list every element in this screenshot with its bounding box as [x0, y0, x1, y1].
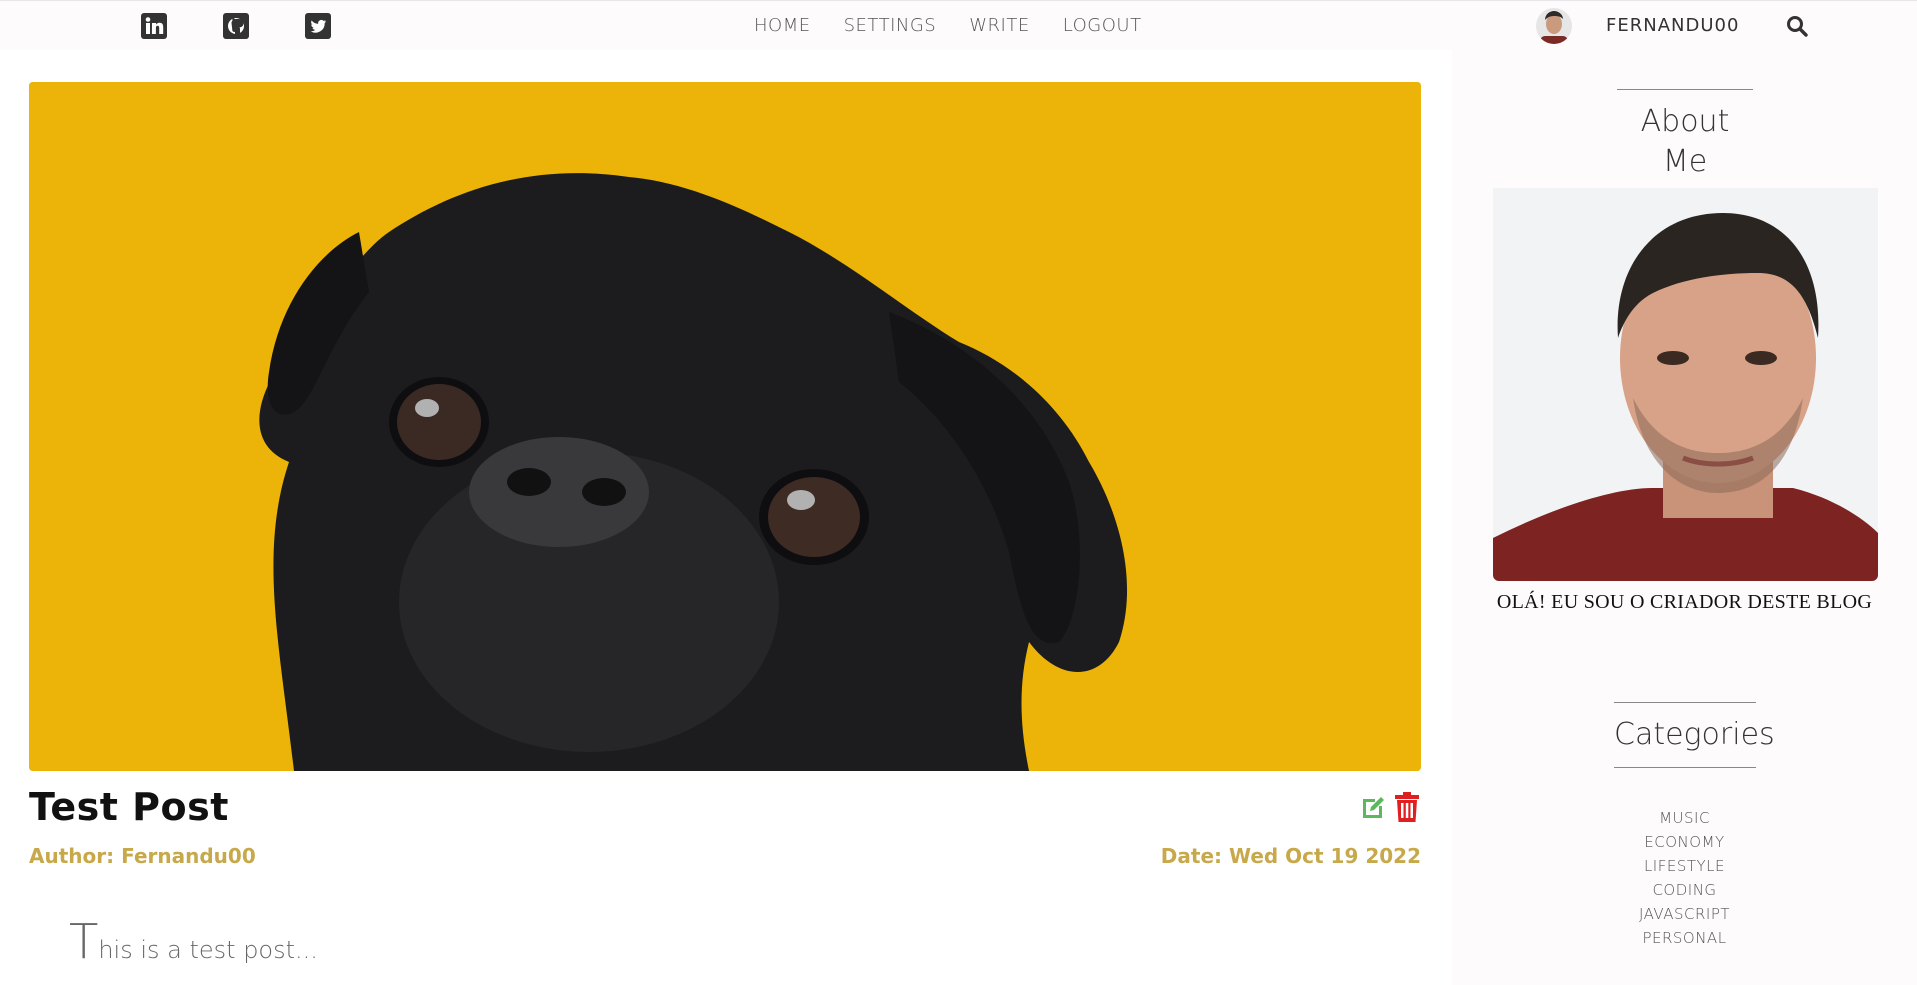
post-date: Date: Wed Oct 19 2022: [1161, 844, 1421, 868]
github-icon[interactable]: [223, 13, 249, 39]
nav-logout-link[interactable]: LOGOUT: [1063, 15, 1142, 36]
post-title-row: Test Post: [29, 785, 1421, 835]
category-item-javascript[interactable]: JAVASCRIPT: [1452, 902, 1917, 926]
top-bar: HOME SETTINGS WRITE LOGOUT FERNANDU00: [0, 0, 1917, 50]
about-me-title: About Me: [1617, 89, 1753, 195]
edit-icon[interactable]: [1360, 793, 1388, 821]
category-item-personal[interactable]: PERSONAL: [1452, 926, 1917, 950]
author-label: Author:: [29, 844, 122, 868]
post-title: Test Post: [29, 785, 229, 829]
search-icon[interactable]: [1786, 15, 1808, 37]
linkedin-icon[interactable]: [141, 13, 167, 39]
nav-write-link[interactable]: WRITE: [969, 15, 1029, 36]
nav-home-link[interactable]: HOME: [754, 15, 811, 36]
single-post: Test Post Author: Fernandu00 Date: Wed O…: [29, 82, 1421, 966]
post-body: This is a test post...: [69, 918, 318, 966]
post-cover-image: [29, 82, 1421, 771]
sidebar: About Me OLÁ! EU SOU O CRIADOR DESTE BLO…: [1452, 50, 1917, 985]
user-avatar[interactable]: [1536, 8, 1572, 44]
category-item-lifestyle[interactable]: LIFESTYLE: [1452, 854, 1917, 878]
post-body-dropcap: T: [69, 914, 99, 970]
post-meta: Author: Fernandu00 Date: Wed Oct 19 2022: [29, 844, 1421, 870]
post-author: Author: Fernandu00: [29, 844, 256, 868]
twitter-icon[interactable]: [305, 13, 331, 39]
main-nav: HOME SETTINGS WRITE LOGOUT: [754, 15, 1175, 36]
category-item-music[interactable]: MUSIC: [1452, 806, 1917, 830]
date-label: Date:: [1160, 844, 1229, 868]
post-body-text: his is a test post...: [98, 936, 318, 964]
delete-icon[interactable]: [1393, 791, 1421, 823]
category-item-coding[interactable]: CODING: [1452, 878, 1917, 902]
category-item-economy[interactable]: ECONOMY: [1452, 830, 1917, 854]
username-link[interactable]: FERNANDU00: [1606, 15, 1739, 36]
about-text: OLÁ! EU SOU O CRIADOR DESTE BLOG: [1496, 591, 1873, 613]
nav-settings-link[interactable]: SETTINGS: [844, 15, 937, 36]
about-photo: [1493, 188, 1878, 581]
categories-title: Categories: [1614, 702, 1775, 768]
category-list: MUSIC ECONOMY LIFESTYLE CODING JAVASCRIP…: [1452, 806, 1917, 950]
date-value: Wed Oct 19 2022: [1228, 844, 1421, 868]
author-name-link[interactable]: Fernandu00: [121, 844, 256, 868]
